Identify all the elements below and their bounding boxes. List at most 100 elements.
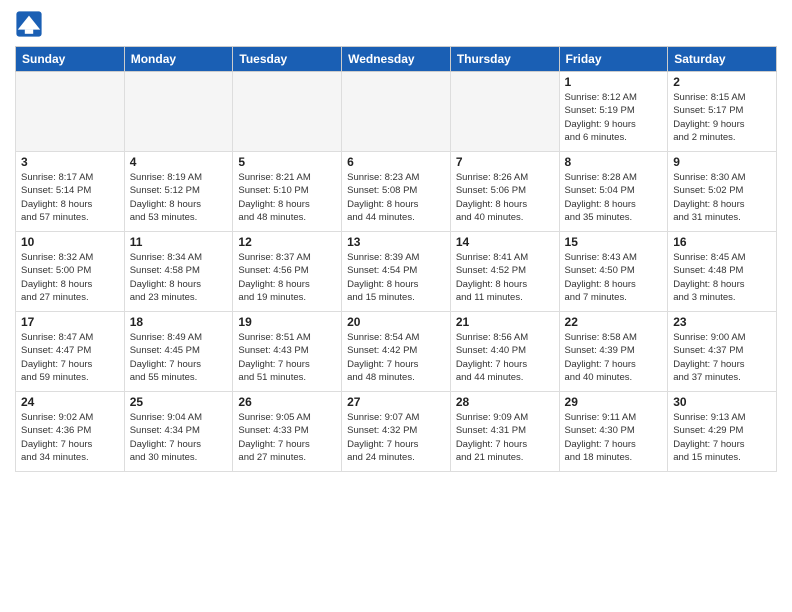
day-cell: 12Sunrise: 8:37 AM Sunset: 4:56 PM Dayli… [233,232,342,312]
day-number: 6 [347,155,445,169]
day-header-thursday: Thursday [450,47,559,72]
day-info: Sunrise: 8:12 AM Sunset: 5:19 PM Dayligh… [565,91,663,144]
day-number: 16 [673,235,771,249]
day-cell: 20 Sunrise: 8:54 AM Sunset: 4:42 PM Dayli… [342,312,451,392]
day-cell: 14 Sunrise: 8:41 AM Sunset: 4:52 PM Dayli… [450,232,559,312]
day-info: Sunrise: 8:47 AM Sunset: 4:47 PM Dayligh… [21,331,119,384]
day-info: Sunrise: 9:09 AM Sunset: 4:31 PM Dayligh… [456,411,554,464]
day-cell: 19Sunrise: 8:51 AM Sunset: 4:43 PM Dayli… [233,312,342,392]
day-info: Sunrise: 9:00 AM Sunset: 4:37 PM Dayligh… [673,331,771,384]
day-info: Sunrise: 8:23 AM Sunset: 5:08 PM Dayligh… [347,171,445,224]
day-cell: 7 Sunrise: 8:26 AM Sunset: 5:06 PM Daylig… [450,152,559,232]
day-info: Sunrise: 8:30 AM Sunset: 5:02 PM Dayligh… [673,171,771,224]
week-row-2: 10 Sunrise: 8:32 AM Sunset: 5:00 PM Dayli… [16,232,777,312]
day-number: 14 [456,235,554,249]
day-header-monday: Monday [124,47,233,72]
day-cell [342,72,451,152]
day-info: Sunrise: 8:19 AM Sunset: 5:12 PM Dayligh… [130,171,228,224]
day-number: 3 [21,155,119,169]
day-cell [450,72,559,152]
day-cell: 5 Sunrise: 8:21 AM Sunset: 5:10 PM Daylig… [233,152,342,232]
day-number: 5 [238,155,336,169]
day-cell: 3 Sunrise: 8:17 AM Sunset: 5:14 PM Daylig… [16,152,125,232]
day-info: Sunrise: 8:56 AM Sunset: 4:40 PM Dayligh… [456,331,554,384]
day-number: 15 [565,235,663,249]
day-number: 29 [565,395,663,409]
day-number: 23 [673,315,771,329]
day-cell: 4 Sunrise: 8:19 AM Sunset: 5:12 PM Daylig… [124,152,233,232]
day-info: Sunrise: 9:02 AM Sunset: 4:36 PM Dayligh… [21,411,119,464]
day-info: Sunrise: 8:49 AM Sunset: 4:45 PM Dayligh… [130,331,228,384]
day-cell: 9 Sunrise: 8:30 AM Sunset: 5:02 PM Daylig… [668,152,777,232]
day-info: Sunrise: 8:37 AM Sunset: 4:56 PM Dayligh… [238,251,336,304]
header-row: SundayMondayTuesdayWednesdayThursdayFrid… [16,47,777,72]
week-row-3: 17 Sunrise: 8:47 AM Sunset: 4:47 PM Dayli… [16,312,777,392]
day-cell [16,72,125,152]
day-cell: 23 Sunrise: 9:00 AM Sunset: 4:37 PM Dayli… [668,312,777,392]
day-number: 28 [456,395,554,409]
day-info: Sunrise: 8:26 AM Sunset: 5:06 PM Dayligh… [456,171,554,224]
day-number: 17 [21,315,119,329]
day-cell: 10 Sunrise: 8:32 AM Sunset: 5:00 PM Dayli… [16,232,125,312]
day-cell: 8Sunrise: 8:28 AM Sunset: 5:04 PM Daylig… [559,152,668,232]
day-cell: 30 Sunrise: 9:13 AM Sunset: 4:29 PM Dayli… [668,392,777,472]
day-info: Sunrise: 8:58 AM Sunset: 4:39 PM Dayligh… [565,331,663,384]
day-number: 21 [456,315,554,329]
page: SundayMondayTuesdayWednesdayThursdayFrid… [0,0,792,612]
calendar-body: 1 Sunrise: 8:12 AM Sunset: 5:19 PM Daylig… [16,72,777,472]
day-number: 9 [673,155,771,169]
day-number: 7 [456,155,554,169]
day-info: Sunrise: 8:15 AM Sunset: 5:17 PM Dayligh… [673,91,771,144]
day-number: 4 [130,155,228,169]
day-number: 11 [130,235,228,249]
day-cell: 6 Sunrise: 8:23 AM Sunset: 5:08 PM Daylig… [342,152,451,232]
logo-icon [15,10,43,38]
day-info: Sunrise: 9:04 AM Sunset: 4:34 PM Dayligh… [130,411,228,464]
day-cell: 16 Sunrise: 8:45 AM Sunset: 4:48 PM Dayli… [668,232,777,312]
day-number: 24 [21,395,119,409]
week-row-1: 3 Sunrise: 8:17 AM Sunset: 5:14 PM Daylig… [16,152,777,232]
day-number: 13 [347,235,445,249]
day-info: Sunrise: 9:11 AM Sunset: 4:30 PM Dayligh… [565,411,663,464]
day-cell: 26 Sunrise: 9:05 AM Sunset: 4:33 PM Dayli… [233,392,342,472]
day-cell: 15 Sunrise: 8:43 AM Sunset: 4:50 PM Dayli… [559,232,668,312]
day-info: Sunrise: 8:39 AM Sunset: 4:54 PM Dayligh… [347,251,445,304]
day-number: 30 [673,395,771,409]
logo [15,10,47,38]
day-info: Sunrise: 8:28 AM Sunset: 5:04 PM Dayligh… [565,171,663,224]
header [15,10,777,38]
day-number: 1 [565,75,663,89]
day-info: Sunrise: 8:54 AM Sunset: 4:42 PM Dayligh… [347,331,445,384]
day-info: Sunrise: 9:13 AM Sunset: 4:29 PM Dayligh… [673,411,771,464]
day-number: 26 [238,395,336,409]
day-header-sunday: Sunday [16,47,125,72]
day-cell [233,72,342,152]
day-info: Sunrise: 8:45 AM Sunset: 4:48 PM Dayligh… [673,251,771,304]
week-row-4: 24 Sunrise: 9:02 AM Sunset: 4:36 PM Dayli… [16,392,777,472]
day-cell: 1 Sunrise: 8:12 AM Sunset: 5:19 PM Daylig… [559,72,668,152]
day-info: Sunrise: 8:17 AM Sunset: 5:14 PM Dayligh… [21,171,119,224]
day-cell: 18 Sunrise: 8:49 AM Sunset: 4:45 PM Dayli… [124,312,233,392]
week-row-0: 1 Sunrise: 8:12 AM Sunset: 5:19 PM Daylig… [16,72,777,152]
day-info: Sunrise: 9:07 AM Sunset: 4:32 PM Dayligh… [347,411,445,464]
day-cell: 22 Sunrise: 8:58 AM Sunset: 4:39 PM Dayli… [559,312,668,392]
day-number: 18 [130,315,228,329]
day-number: 25 [130,395,228,409]
day-info: Sunrise: 8:41 AM Sunset: 4:52 PM Dayligh… [456,251,554,304]
day-cell: 17 Sunrise: 8:47 AM Sunset: 4:47 PM Dayli… [16,312,125,392]
day-cell: 21 Sunrise: 8:56 AM Sunset: 4:40 PM Dayli… [450,312,559,392]
day-cell: 2Sunrise: 8:15 AM Sunset: 5:17 PM Daylig… [668,72,777,152]
day-cell: 24 Sunrise: 9:02 AM Sunset: 4:36 PM Dayli… [16,392,125,472]
day-number: 22 [565,315,663,329]
day-info: Sunrise: 8:21 AM Sunset: 5:10 PM Dayligh… [238,171,336,224]
day-number: 27 [347,395,445,409]
day-info: Sunrise: 8:32 AM Sunset: 5:00 PM Dayligh… [21,251,119,304]
day-cell: 27 Sunrise: 9:07 AM Sunset: 4:32 PM Dayli… [342,392,451,472]
day-header-tuesday: Tuesday [233,47,342,72]
day-header-wednesday: Wednesday [342,47,451,72]
day-info: Sunrise: 9:05 AM Sunset: 4:33 PM Dayligh… [238,411,336,464]
day-info: Sunrise: 8:43 AM Sunset: 4:50 PM Dayligh… [565,251,663,304]
day-number: 20 [347,315,445,329]
day-cell: 28 Sunrise: 9:09 AM Sunset: 4:31 PM Dayli… [450,392,559,472]
day-number: 10 [21,235,119,249]
